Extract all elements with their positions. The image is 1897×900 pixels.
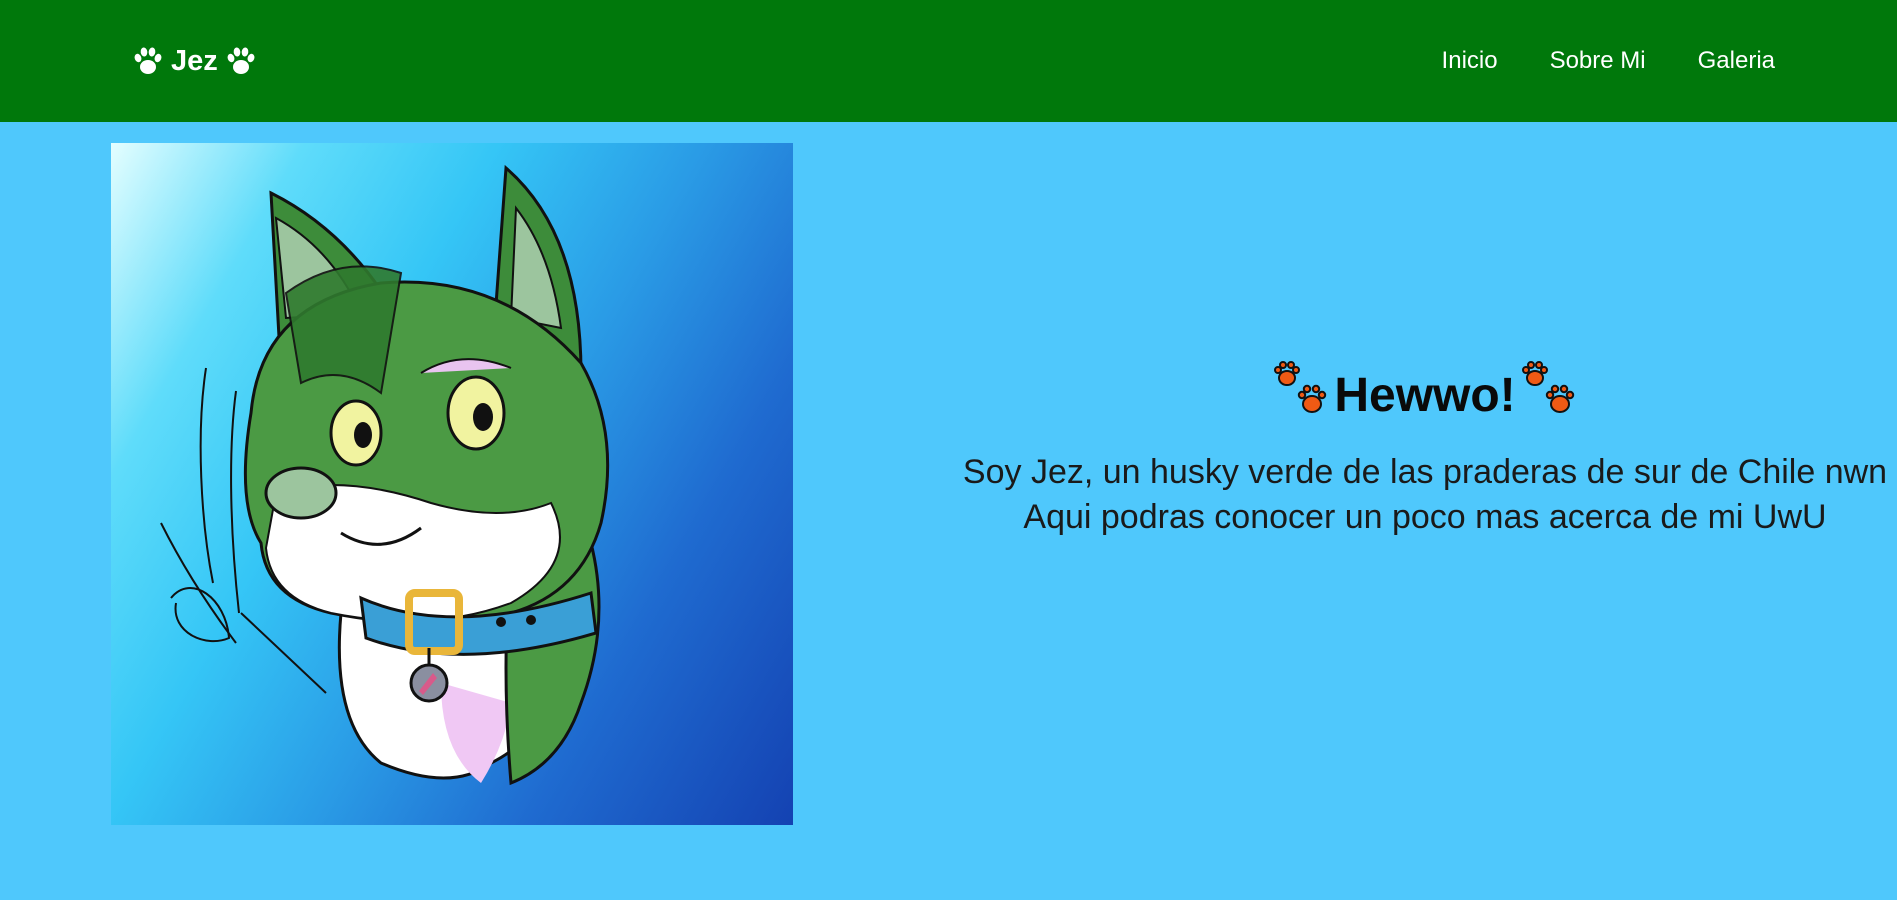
nav-links: Inicio Sobre Mi Galeria: [1442, 46, 1775, 76]
paw-prints-icon: [1272, 360, 1330, 430]
paw-icon: [226, 46, 256, 76]
paw-icon: [133, 46, 163, 76]
nav-link-sobre-mi[interactable]: Sobre Mi: [1550, 46, 1646, 76]
intro-line-2: Aqui podras conocer un poco mas acerca d…: [1023, 498, 1827, 536]
intro-line-1: Soy Jez, un husky verde de las praderas …: [962, 453, 1888, 491]
navbar: Jez Inicio Sobre Mi Galeria: [0, 0, 1897, 122]
brand-link[interactable]: Jez: [133, 40, 256, 82]
nav-link-galeria[interactable]: Galeria: [1698, 46, 1775, 76]
greeting-heading: Hewwo!: [960, 360, 1890, 430]
nav-link-inicio[interactable]: Inicio: [1442, 46, 1498, 76]
greeting-text: Hewwo!: [1334, 368, 1516, 422]
intro-text: Soy Jez, un husky verde de las praderas …: [960, 450, 1890, 540]
intro-section: Hewwo! Soy Jez, un husky verde de las pr…: [960, 360, 1890, 540]
paw-prints-icon: [1520, 360, 1578, 430]
husky-portrait-image: [111, 143, 793, 825]
brand-name: Jez: [171, 44, 218, 77]
